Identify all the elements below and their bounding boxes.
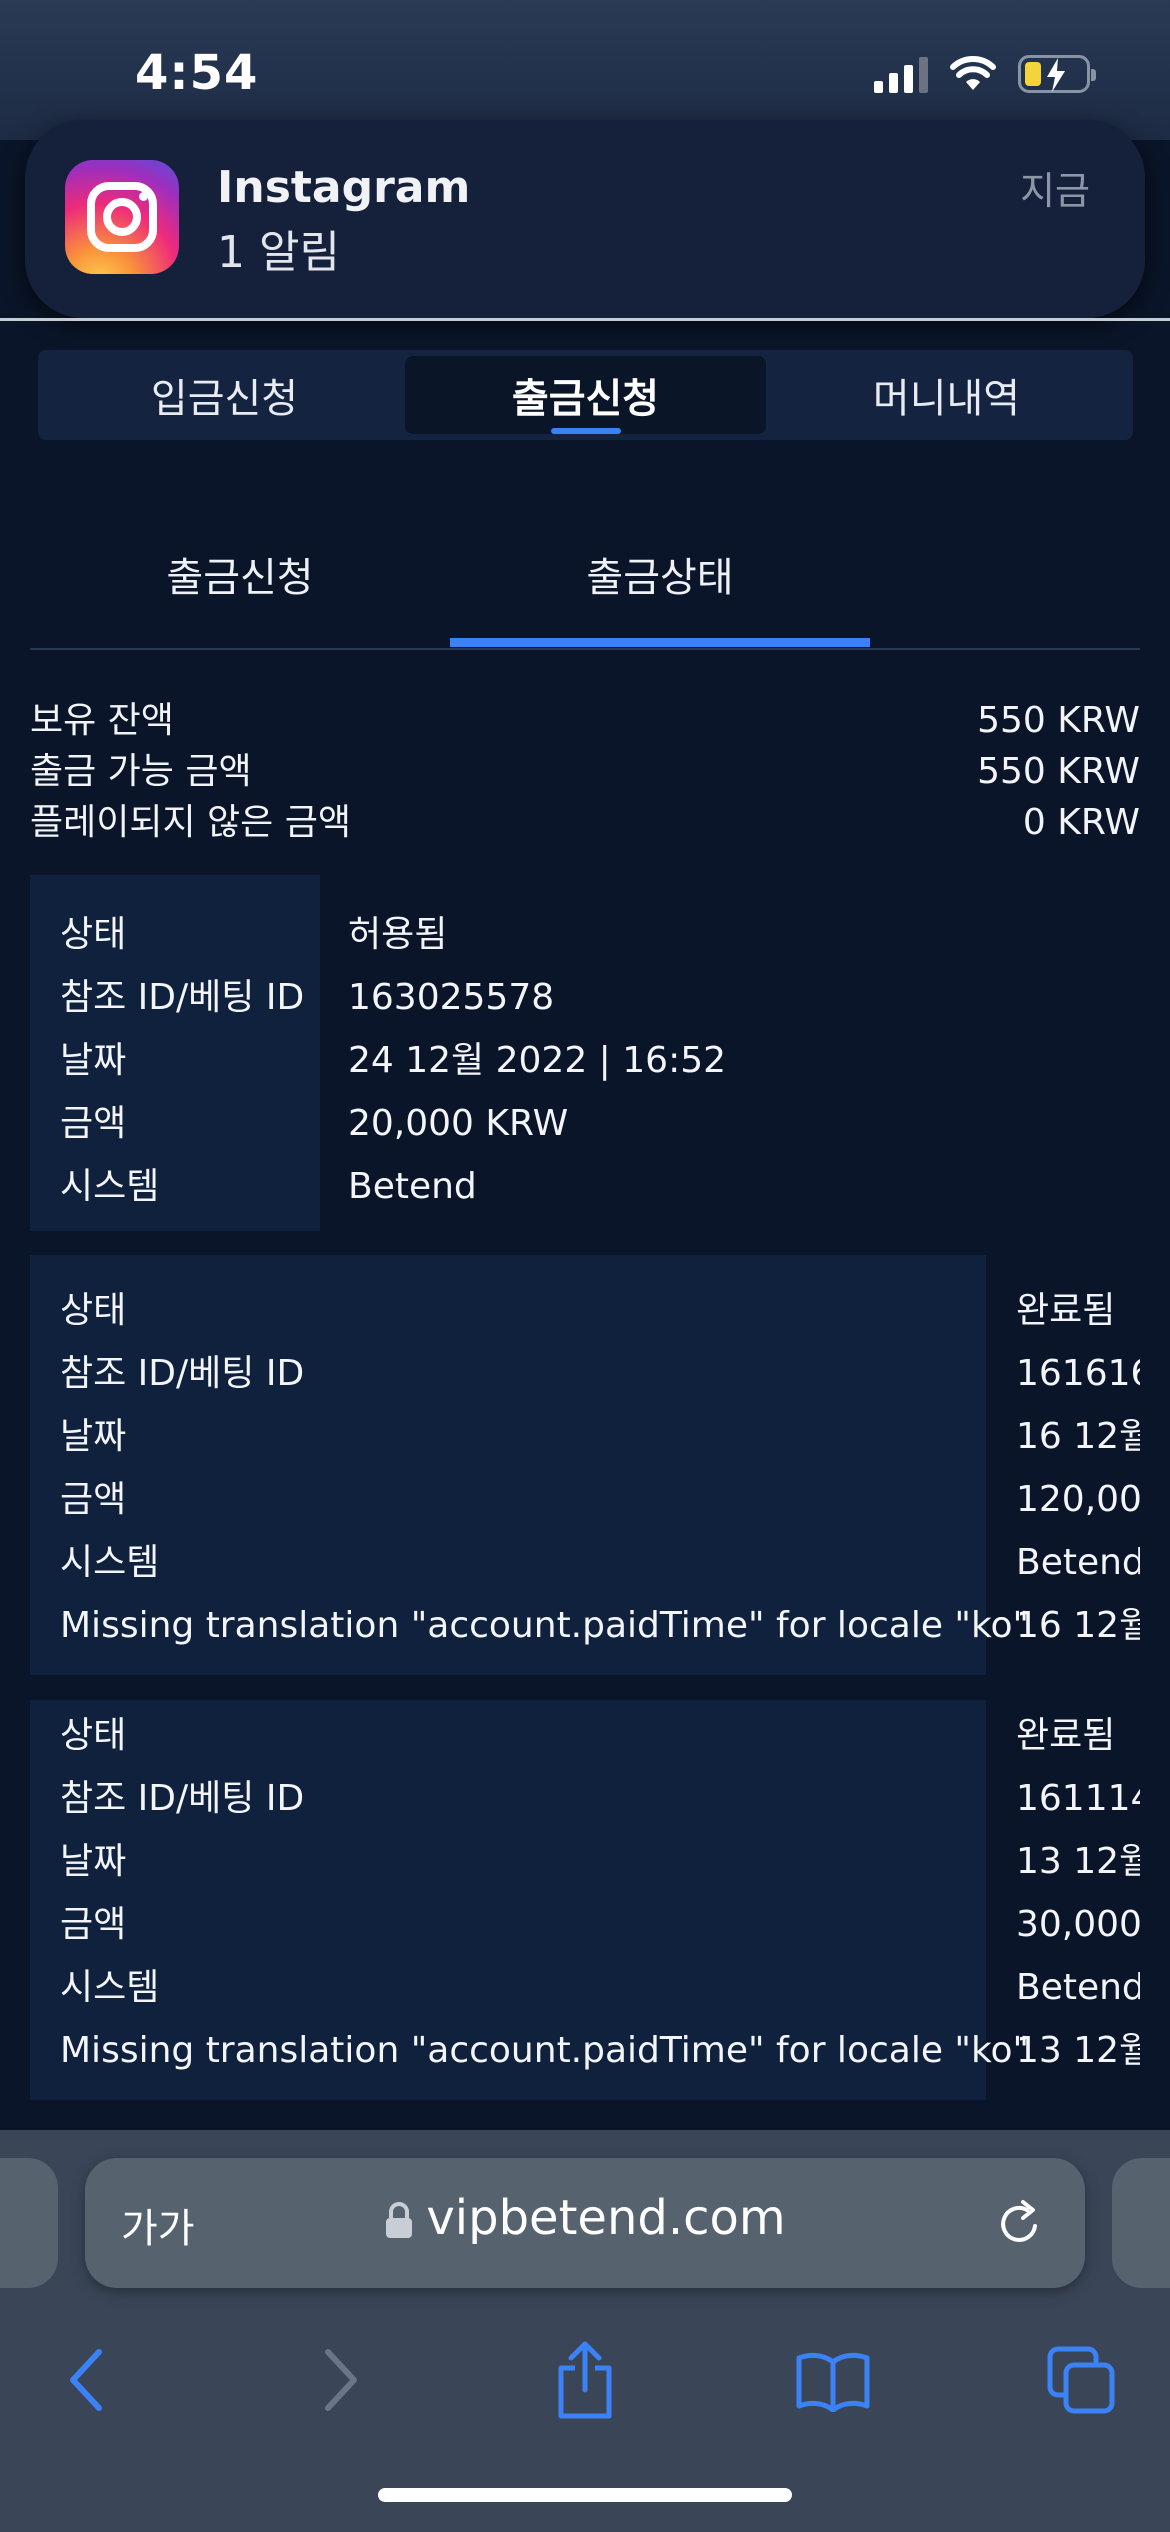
- record-value-status: 완료됨: [1016, 1290, 1116, 1331]
- record-label: 상태: [60, 914, 127, 955]
- balance-value: 550 KRW: [977, 700, 1140, 741]
- record-label: 금액: [60, 1479, 127, 1520]
- record-value-system: Betend: [1016, 1542, 1140, 1583]
- record-value-amount: 20,000 KRW: [348, 1103, 569, 1144]
- status-bar: 4:54: [0, 0, 1170, 140]
- forward-icon: [325, 2349, 357, 2411]
- record-value-system: Betend: [1016, 1967, 1140, 2008]
- record-label: 시스템: [60, 1166, 160, 1207]
- record-value-reference-id: 161616: [1016, 1353, 1140, 1394]
- record-value-paid-time: 13 12월: [1016, 2030, 1140, 2071]
- record-label: 날짜: [60, 1841, 127, 1882]
- record-label: 금액: [60, 1103, 127, 1144]
- balance-label: 보유 잔액: [30, 700, 174, 741]
- balance-value: 0 KRW: [1022, 802, 1140, 843]
- address-bar[interactable]: 가가 vipbetend.com: [85, 2158, 1085, 2288]
- notification-banner[interactable]: Instagram 1 알림 지금: [25, 120, 1145, 318]
- record-value-system: Betend: [348, 1166, 477, 1207]
- record-label: 상태: [60, 1290, 127, 1331]
- balance-row: 출금 가능 금액 550 KRW: [30, 746, 1140, 797]
- browser-bottom-bar: 가가 vipbetend.com: [0, 2130, 1170, 2532]
- previous-tab-preview[interactable]: [0, 2158, 58, 2288]
- record-value-status: 완료됨: [1016, 1715, 1116, 1756]
- balance-summary: 보유 잔액 550 KRW 출금 가능 금액 550 KRW 플레이되지 않은 …: [30, 695, 1140, 848]
- record-value-amount: 30,000: [1016, 1904, 1140, 1945]
- forward-button[interactable]: [295, 2340, 385, 2420]
- home-indicator: [378, 2488, 792, 2502]
- reload-icon[interactable]: [997, 2196, 1045, 2248]
- record-value-date: 13 12월: [1016, 1841, 1140, 1882]
- bookmarks-icon: [796, 2352, 870, 2412]
- tab-deposit-request[interactable]: 입금신청: [44, 356, 405, 434]
- record-value-amount: 120,000: [1016, 1479, 1140, 1520]
- bookmarks-button[interactable]: [788, 2340, 878, 2420]
- battery-charging-icon: [1018, 55, 1096, 93]
- record-label: 시스템: [60, 1967, 160, 2008]
- back-button[interactable]: [42, 2340, 132, 2420]
- notification-title: Instagram: [217, 162, 471, 213]
- balance-row: 보유 잔액 550 KRW: [30, 695, 1140, 746]
- next-tab-preview[interactable]: [1112, 2158, 1170, 2288]
- share-icon: [558, 2341, 612, 2419]
- record-value-status: 허용됨: [348, 914, 448, 955]
- active-tab-indicator: [450, 638, 870, 647]
- share-button[interactable]: [540, 2340, 630, 2420]
- record-label-missing-translation: Missing translation "account.paidTime" f…: [60, 2030, 1030, 2071]
- record-label: 참조 ID/베팅 ID: [60, 1778, 305, 1819]
- top-tab-bar: 입금신청 출금신청 머니내역: [38, 350, 1133, 440]
- record-value-reference-id: 161114: [1016, 1778, 1140, 1819]
- subtab-withdraw-status[interactable]: 출금상태: [450, 500, 870, 648]
- wifi-icon: [950, 56, 996, 90]
- notification-time: 지금: [1020, 169, 1090, 213]
- notification-body: 1 알림: [217, 227, 340, 278]
- url-text: vipbetend.com: [426, 2190, 786, 2246]
- balance-value: 550 KRW: [977, 751, 1140, 792]
- balance-label: 플레이되지 않은 금액: [30, 802, 351, 843]
- record-value-paid-time: 16 12월: [1016, 1605, 1140, 1646]
- divider: [0, 318, 1170, 321]
- record-label: 날짜: [60, 1040, 127, 1081]
- record-label: 날짜: [60, 1416, 127, 1457]
- record-label: 상태: [60, 1715, 127, 1756]
- back-icon: [70, 2349, 102, 2411]
- balance-row: 플레이되지 않은 금액 0 KRW: [30, 797, 1140, 848]
- signal-icon: [874, 55, 928, 93]
- sub-tab-bar: 출금신청 출금상태: [30, 500, 1140, 650]
- instagram-icon: [65, 160, 179, 274]
- status-icons: [874, 55, 1096, 93]
- record-label: 참조 ID/베팅 ID: [60, 977, 305, 1018]
- record-value-date: 16 12월: [1016, 1416, 1140, 1457]
- tab-money-history[interactable]: 머니내역: [766, 356, 1127, 434]
- record-value-date: 24 12월 2022 | 16:52: [348, 1040, 727, 1081]
- record-label: 금액: [60, 1904, 127, 1945]
- browser-toolbar: [0, 2320, 1170, 2430]
- subtab-withdraw-request[interactable]: 출금신청: [30, 500, 450, 648]
- url-display[interactable]: vipbetend.com: [85, 2190, 1085, 2246]
- record-label: 시스템: [60, 1542, 160, 1583]
- tabs-icon: [1047, 2346, 1115, 2414]
- tabs-button[interactable]: [1036, 2340, 1126, 2420]
- lock-icon: [386, 2202, 413, 2238]
- record-value-reference-id: 163025578: [348, 977, 555, 1018]
- status-time: 4:54: [135, 45, 259, 101]
- record-label-missing-translation: Missing translation "account.paidTime" f…: [60, 1605, 1030, 1646]
- record-label: 참조 ID/베팅 ID: [60, 1353, 305, 1394]
- balance-label: 출금 가능 금액: [30, 751, 252, 792]
- tab-withdraw-request[interactable]: 출금신청: [405, 356, 766, 434]
